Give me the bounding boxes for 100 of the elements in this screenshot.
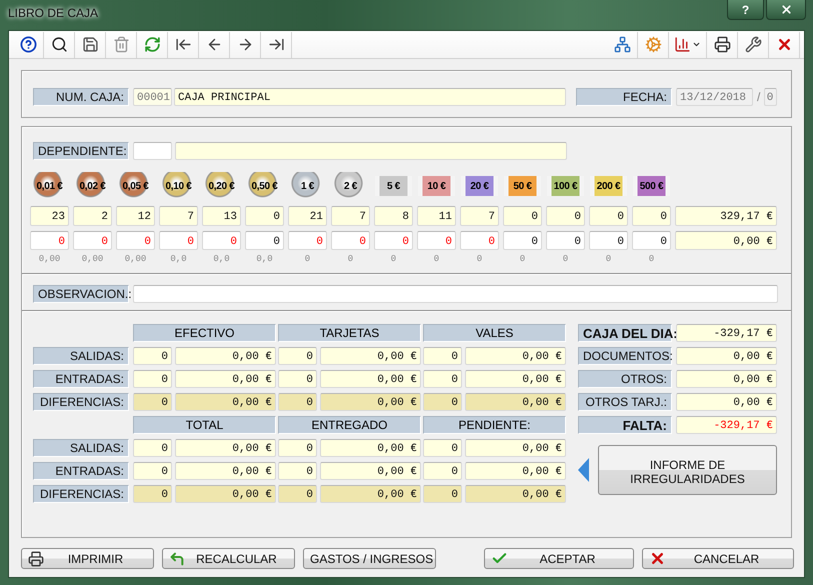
amount-field: 0,00 € bbox=[465, 370, 566, 388]
value-field[interactable]: 0 bbox=[460, 231, 499, 250]
help-button[interactable]: ? bbox=[727, 0, 764, 20]
row-label: SALIDAS: bbox=[33, 439, 129, 457]
subtotal-text: 0,0 bbox=[169, 254, 188, 264]
count-field[interactable]: 0 bbox=[245, 206, 284, 226]
value-field[interactable]: 0 bbox=[202, 231, 241, 250]
value-field[interactable]: 0 bbox=[288, 231, 327, 250]
triangle-icon bbox=[578, 458, 589, 482]
name-field[interactable] bbox=[175, 142, 567, 160]
value-field[interactable]: 0 bbox=[30, 231, 69, 250]
summary-label: OTROS TARJ.: bbox=[578, 393, 672, 411]
count-field: 0 bbox=[423, 393, 462, 411]
count-field[interactable]: 7 bbox=[460, 206, 499, 226]
amount-field: 0,00 € bbox=[320, 462, 421, 480]
summary-value: 0,00 € bbox=[676, 393, 777, 411]
count-field: 0 bbox=[423, 439, 462, 457]
tools-icon bbox=[744, 36, 762, 53]
cog-icon bbox=[644, 36, 662, 53]
action-button[interactable]: RECALCULAR bbox=[162, 548, 295, 569]
name-field[interactable]: CAJA PRINCIPAL bbox=[174, 88, 566, 106]
action-button[interactable]: CANCELAR bbox=[642, 548, 794, 569]
value-field[interactable]: 0 bbox=[503, 231, 542, 250]
amount-field: 0,00 € bbox=[465, 485, 566, 503]
value-field[interactable]: 0 bbox=[589, 231, 628, 250]
amount-field: 0,00 € bbox=[175, 370, 276, 388]
count-field[interactable]: 13 bbox=[202, 206, 241, 226]
close-icon bbox=[780, 3, 792, 16]
value-field[interactable]: 0 bbox=[417, 231, 456, 250]
count-field[interactable]: 8 bbox=[374, 206, 413, 226]
column-header: ENTREGADO bbox=[278, 416, 421, 434]
row-label: ENTRADAS: bbox=[33, 370, 129, 388]
count-field: 0 bbox=[278, 462, 317, 480]
amount-field: 0,00 € bbox=[175, 439, 276, 457]
amount-field: 0,00 € bbox=[320, 393, 421, 411]
value-field[interactable]: 0 bbox=[374, 231, 413, 250]
amount-field: 0,00 € bbox=[465, 439, 566, 457]
count-field[interactable]: 21 bbox=[288, 206, 327, 226]
amount-field: 0,00 € bbox=[465, 462, 566, 480]
summary-value: 0,00 € bbox=[676, 370, 777, 388]
value-field[interactable]: 0 bbox=[245, 231, 284, 250]
subtotal-text: 0 bbox=[648, 254, 656, 264]
save-icon bbox=[82, 36, 98, 53]
row-label: SALIDAS: bbox=[33, 347, 129, 365]
summary-label: FALTA: bbox=[578, 416, 672, 434]
field-label: DEPENDIENTE: bbox=[33, 142, 129, 160]
count-field: 0 bbox=[278, 347, 317, 365]
count-field: 0 bbox=[133, 393, 172, 411]
count-field: 0 bbox=[278, 439, 317, 457]
action-button[interactable]: GASTOS / INGRESOS bbox=[303, 548, 436, 569]
action-button[interactable]: ACEPTAR bbox=[484, 548, 634, 569]
subtotal-text: 0 bbox=[390, 254, 398, 264]
value-field[interactable]: 0 bbox=[116, 231, 155, 250]
count-field[interactable]: 23 bbox=[30, 206, 69, 226]
caret-icon bbox=[692, 40, 701, 49]
count-field[interactable]: 11 bbox=[417, 206, 456, 226]
number-field[interactable]: 0 bbox=[764, 88, 778, 106]
subtotal-text: 0,0 bbox=[255, 254, 274, 264]
arrow-icon bbox=[169, 550, 185, 566]
count-field[interactable]: 0 bbox=[546, 206, 585, 226]
count-field[interactable]: 2 bbox=[73, 206, 112, 226]
column-header: TARJETAS bbox=[278, 324, 421, 342]
subtotal-text: 0 bbox=[476, 254, 484, 264]
count-field[interactable]: 7 bbox=[331, 206, 370, 226]
report-button[interactable]: INFORME DE IRREGULARIDADES bbox=[598, 445, 777, 495]
subtotal-text: 0,00 bbox=[80, 254, 104, 264]
field-label: NUM. CAJA: bbox=[33, 88, 129, 106]
count-field[interactable]: 0 bbox=[503, 206, 542, 226]
value-field[interactable]: 0 bbox=[159, 231, 198, 250]
cross-icon bbox=[649, 550, 666, 567]
code-field[interactable]: 00001 bbox=[133, 88, 172, 106]
count-field: 0 bbox=[133, 439, 172, 457]
column-header: PENDIENTE: bbox=[423, 416, 566, 434]
value-field[interactable]: 0 bbox=[331, 231, 370, 250]
count-field[interactable]: 12 bbox=[116, 206, 155, 226]
trash-icon bbox=[112, 36, 130, 53]
subtotal-text: 0,0 bbox=[212, 254, 231, 264]
observation-field[interactable] bbox=[133, 285, 778, 303]
action-button[interactable]: IMPRIMIR bbox=[21, 548, 154, 569]
code-field[interactable] bbox=[133, 142, 172, 160]
subtotal-text: 0 bbox=[604, 254, 612, 264]
total-field: 0,00 € bbox=[675, 231, 777, 250]
column-header: VALES bbox=[423, 324, 566, 342]
count-field: 0 bbox=[423, 370, 462, 388]
subtotal-text: 0 bbox=[304, 254, 312, 264]
value-field[interactable]: 0 bbox=[546, 231, 585, 250]
subtotal-text: 0,00 bbox=[124, 254, 148, 264]
count-field[interactable]: 0 bbox=[632, 206, 671, 226]
subtotal-text: 0 bbox=[562, 254, 570, 264]
summary-value: -329,17 € bbox=[676, 324, 777, 342]
value-field[interactable]: 0 bbox=[73, 231, 112, 250]
count-field[interactable]: 0 bbox=[589, 206, 628, 226]
value-field[interactable]: 0 bbox=[632, 231, 671, 250]
count-field: 0 bbox=[133, 485, 172, 503]
search-icon bbox=[50, 36, 68, 53]
close-button[interactable] bbox=[766, 0, 806, 20]
field-label: FECHA: bbox=[576, 88, 672, 106]
count-field[interactable]: 7 bbox=[159, 206, 198, 226]
count-field: 0 bbox=[423, 485, 462, 503]
date-field[interactable]: 13/12/2018 bbox=[676, 88, 753, 106]
